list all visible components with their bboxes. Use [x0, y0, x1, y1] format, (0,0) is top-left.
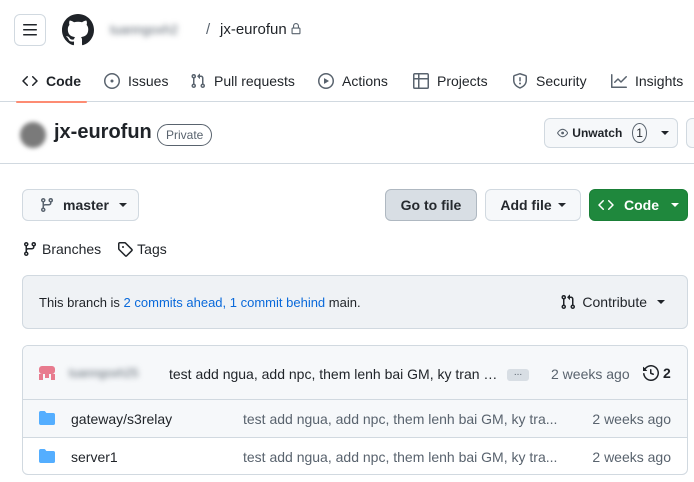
commits-behind-link[interactable]: 1 commit behind: [230, 295, 325, 310]
branch-status-suffix: main.: [325, 295, 361, 310]
file-name-link[interactable]: server1: [71, 449, 118, 465]
eye-icon: [557, 128, 569, 138]
pull-request-icon: [191, 73, 206, 89]
branches-label: Branches: [42, 241, 102, 257]
hamburger-menu-button[interactable]: [14, 14, 46, 46]
tab-pull-requests[interactable]: Pull requests: [190, 60, 295, 102]
branch-status-text: This branch is 2 commits ahead, 1 commit…: [39, 295, 361, 310]
file-name-link[interactable]: gateway/s3relay: [71, 411, 172, 427]
code-icon: [598, 199, 614, 211]
commit-author[interactable]: tuanngoxh25: [69, 366, 165, 380]
tab-label: Projects: [437, 73, 488, 89]
tab-code[interactable]: Code: [16, 60, 87, 103]
lock-icon: [291, 23, 301, 35]
tab-label: Pull requests: [214, 73, 295, 89]
branch-links: Branches Tags: [22, 239, 167, 259]
tab-issues[interactable]: Issues: [104, 60, 168, 102]
repo-breadcrumb-link[interactable]: jx-eurofun: [220, 21, 287, 38]
chevron-down-icon: [557, 203, 566, 207]
commit-time: 2 weeks ago: [551, 366, 630, 382]
shield-icon: [513, 73, 527, 89]
folder-icon: [39, 449, 55, 463]
chevron-down-icon: [118, 203, 127, 207]
commit-history-link[interactable]: 2: [643, 365, 671, 381]
owner-avatar: [20, 122, 46, 148]
contribute-button[interactable]: Contribute: [560, 294, 665, 310]
branches-link[interactable]: Branches: [22, 239, 101, 259]
contribute-label: Contribute: [582, 294, 647, 310]
latest-commit-row: tuanngoxh25 test add ngua, add npc, them…: [23, 346, 687, 400]
graph-icon: [611, 74, 627, 88]
commit-message[interactable]: test add ngua, add npc, them lenh bai GM…: [169, 366, 501, 382]
tags-label: Tags: [137, 241, 167, 257]
play-icon: [318, 73, 334, 89]
table-icon: [413, 73, 429, 89]
branch-icon: [40, 198, 53, 213]
expand-commit-button[interactable]: ...: [507, 368, 529, 381]
tab-label: Actions: [342, 73, 388, 89]
folder-icon: [39, 411, 55, 425]
tab-security[interactable]: Security: [512, 60, 587, 102]
unwatch-button[interactable]: Unwatch 1: [544, 118, 678, 148]
chevron-down-icon: [657, 300, 665, 304]
code-button[interactable]: Code: [589, 189, 688, 221]
top-bar: tuanngoxh2 / jx-eurofun: [0, 0, 694, 60]
watch-count: 1: [632, 123, 647, 143]
tab-label: Code: [46, 73, 81, 89]
repo-title[interactable]: jx-eurofun: [54, 121, 152, 144]
go-to-file-button[interactable]: Go to file: [385, 189, 477, 221]
fork-button[interactable]: [686, 118, 694, 148]
unwatch-label: Unwatch: [572, 126, 623, 140]
branch-name: master: [63, 197, 109, 213]
branch-status-box: This branch is 2 commits ahead, 1 commit…: [22, 275, 688, 329]
tab-projects[interactable]: Projects: [413, 60, 488, 102]
repo-tabs: Code Issues Pull requests Actions Projec…: [0, 60, 694, 103]
branch-selector[interactable]: master: [22, 189, 139, 221]
file-table: tuanngoxh25 test add ngua, add npc, them…: [22, 345, 688, 475]
file-commit-message[interactable]: test add ngua, add npc, them lenh bai GM…: [243, 449, 559, 465]
breadcrumb-separator: /: [206, 21, 211, 38]
issue-icon: [104, 73, 120, 89]
branch-status-prefix: This branch is: [39, 295, 124, 310]
owner-link[interactable]: tuanngoxh2: [110, 22, 202, 38]
code-icon: [22, 75, 38, 87]
branch-icon: [23, 242, 36, 257]
tags-link[interactable]: Tags: [117, 239, 167, 259]
add-file-label: Add file: [500, 197, 552, 213]
visibility-badge: Private: [157, 124, 213, 146]
github-logo-icon[interactable]: [62, 14, 94, 46]
code-button-label: Code: [624, 197, 659, 213]
commits-ahead-link[interactable]: 2 commits ahead,: [124, 295, 227, 310]
repo-header: jx-eurofun Private Unwatch 1: [0, 102, 694, 164]
file-row[interactable]: gateway/s3relay test add ngua, add npc, …: [23, 400, 687, 437]
tab-label: Insights: [635, 73, 684, 89]
author-avatar: [39, 366, 55, 380]
tab-actions[interactable]: Actions: [318, 60, 388, 102]
menu-icon: [23, 24, 37, 36]
history-icon: [643, 365, 659, 381]
pull-request-icon: [561, 294, 576, 310]
tab-label: Security: [536, 73, 587, 89]
file-commit-message[interactable]: test add ngua, add npc, them lenh bai GM…: [243, 411, 559, 427]
add-file-button[interactable]: Add file: [485, 189, 581, 221]
chevron-down-icon: [661, 131, 669, 135]
commit-count: 2: [663, 365, 671, 381]
tag-icon: [118, 242, 133, 257]
file-commit-time: 2 weeks ago: [592, 449, 671, 465]
tab-insights[interactable]: Insights: [611, 60, 683, 102]
file-commit-time: 2 weeks ago: [592, 411, 671, 427]
file-row[interactable]: server1 test add ngua, add npc, them len…: [23, 437, 687, 474]
chevron-down-icon: [671, 203, 679, 207]
tab-label: Issues: [128, 73, 169, 89]
